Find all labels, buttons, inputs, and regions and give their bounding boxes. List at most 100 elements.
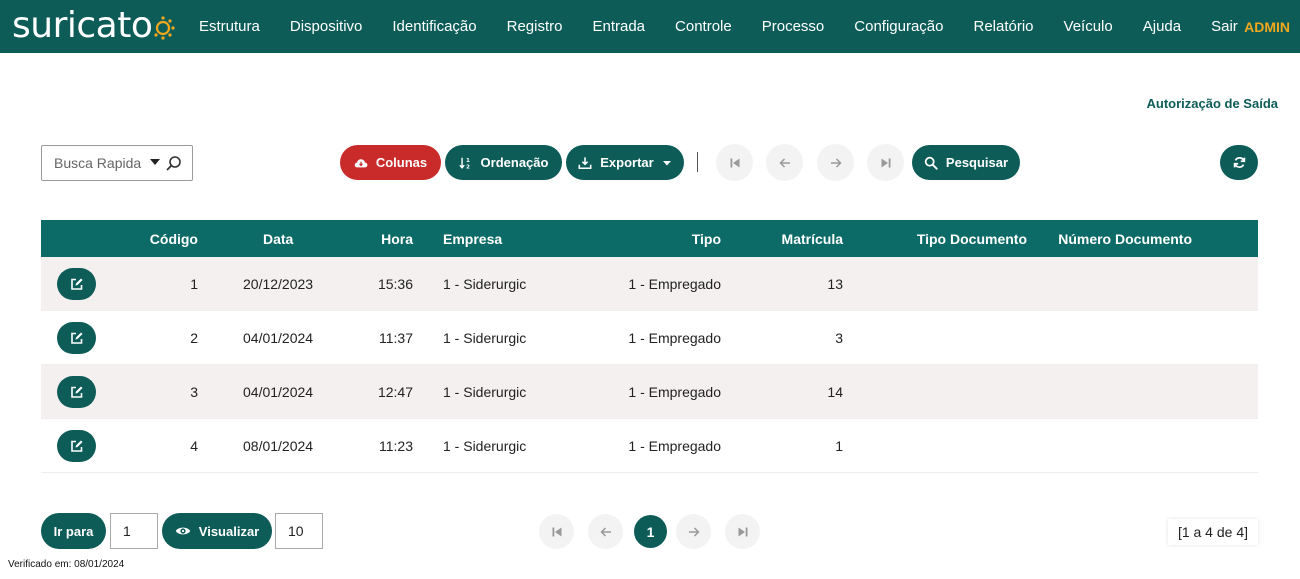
table-header: Código Data Hora Empresa Tipo Matrícula … <box>41 220 1258 257</box>
edit-icon <box>70 278 82 290</box>
nav-item-processo[interactable]: Processo <box>747 18 840 35</box>
next-page-button[interactable] <box>676 514 711 549</box>
cell-data: 04/01/2024 <box>243 330 314 346</box>
cell-tipo: 1 - Empregado <box>628 438 721 454</box>
caret-down-icon <box>662 160 671 165</box>
cell-codigo: 1 <box>190 276 198 292</box>
ordenacao-button[interactable]: 1 2 Ordenação <box>445 145 562 180</box>
cell-hora: 11:37 <box>379 330 413 346</box>
cell-hora: 11:23 <box>379 438 413 454</box>
sun-logo-icon <box>154 16 175 40</box>
column-header-data[interactable]: Data <box>263 231 293 247</box>
nav-item-identificacao[interactable]: Identificação <box>377 18 491 35</box>
cell-empresa: 1 - Siderurgic <box>443 438 527 454</box>
pesquisar-label: Pesquisar <box>945 155 1009 170</box>
cell-hora: 15:36 <box>377 276 413 292</box>
records-range: [1 a 4 de 4] <box>1167 519 1258 545</box>
visualizar-button[interactable]: Visualizar <box>162 513 272 549</box>
search-icon[interactable] <box>166 155 182 171</box>
svg-text:1: 1 <box>466 158 470 164</box>
quick-search-placeholder: Busca Rapida <box>54 155 142 171</box>
records-table: Código Data Hora Empresa Tipo Matrícula … <box>41 220 1258 473</box>
sort-numeric-icon: 1 2 <box>458 157 470 170</box>
refresh-button[interactable] <box>1220 145 1258 180</box>
nav-item-configuracao[interactable]: Configuração <box>839 18 958 35</box>
edit-icon <box>70 332 82 344</box>
cloud-download-icon <box>354 158 368 167</box>
first-record-button[interactable] <box>716 144 753 181</box>
last-page-button[interactable] <box>725 514 760 549</box>
edit-icon <box>70 440 82 452</box>
go-to-page-button[interactable]: Ir para <box>41 513 106 549</box>
step-backward-icon <box>730 158 739 167</box>
edit-row-button[interactable] <box>57 376 96 408</box>
download-icon <box>578 156 592 169</box>
arrow-right-icon <box>688 526 700 537</box>
colunas-label: Colunas <box>375 155 428 170</box>
cell-data: 20/12/2023 <box>243 276 314 292</box>
column-header-numero-documento[interactable]: Número Documento <box>1058 231 1192 247</box>
cell-empresa: 1 - Siderurgic <box>443 330 527 346</box>
cell-tipo: 1 - Empregado <box>628 276 721 292</box>
svg-text:2: 2 <box>466 164 470 169</box>
cell-empresa: 1 - Siderurgic <box>443 384 527 400</box>
nav-item-relatorio[interactable]: Relatório <box>959 18 1049 35</box>
edit-row-button[interactable] <box>57 268 96 300</box>
table-row: 3 04/01/2024 12:47 1 - Siderurgic 1 - Em… <box>41 365 1258 419</box>
verified-date: Verificado em: 08/01/2024 <box>8 559 125 570</box>
edit-row-button[interactable] <box>57 322 96 354</box>
cell-matricula: 13 <box>827 276 843 292</box>
table-row: 2 04/01/2024 11:37 1 - Siderurgic 1 - Em… <box>41 311 1258 365</box>
caret-down-icon[interactable] <box>150 159 160 165</box>
first-page-button[interactable] <box>539 514 574 549</box>
pesquisar-button[interactable]: Pesquisar <box>912 145 1020 180</box>
next-record-button[interactable] <box>817 144 854 181</box>
edit-row-button[interactable] <box>57 430 96 462</box>
previous-record-button[interactable] <box>766 144 803 181</box>
arrow-right-icon <box>830 157 842 168</box>
nav-item-registro[interactable]: Registro <box>492 18 578 35</box>
user-menu[interactable]: ADMIN <box>1244 0 1290 53</box>
column-header-matricula[interactable]: Matrícula <box>782 231 843 247</box>
nav-item-dispositivo[interactable]: Dispositivo <box>275 18 378 35</box>
nav-item-estrutura[interactable]: Estrutura <box>184 18 275 35</box>
nav-item-ajuda[interactable]: Ajuda <box>1128 18 1196 35</box>
ordenacao-label: Ordenação <box>480 155 549 170</box>
visualizar-label: Visualizar <box>198 523 260 539</box>
page-title: Autorização de Saída <box>1146 96 1278 111</box>
nav-item-veiculo[interactable]: Veículo <box>1049 18 1128 35</box>
cell-matricula: 1 <box>835 438 843 454</box>
colunas-button[interactable]: Colunas <box>340 145 441 180</box>
search-icon <box>924 156 938 170</box>
go-to-page-input[interactable]: 1 <box>110 513 158 549</box>
nav-item-controle[interactable]: Controle <box>660 18 747 35</box>
cell-codigo: 2 <box>190 330 198 346</box>
cell-data: 04/01/2024 <box>243 384 314 400</box>
exportar-button[interactable]: Exportar <box>566 145 684 180</box>
column-header-codigo[interactable]: Código <box>150 231 198 247</box>
cell-matricula: 14 <box>827 384 843 400</box>
column-header-tipo-documento[interactable]: Tipo Documento <box>917 231 1027 247</box>
cell-matricula: 3 <box>835 330 843 346</box>
nav-item-entrada[interactable]: Entrada <box>577 18 660 35</box>
top-navbar: suricato Estrutura Dispositivo Identific… <box>0 0 1300 53</box>
cell-codigo: 4 <box>190 438 198 454</box>
cell-tipo: 1 - Empregado <box>628 384 721 400</box>
page-button-current[interactable]: 1 <box>634 515 667 548</box>
cell-empresa: 1 - Siderurgic <box>443 276 527 292</box>
column-header-tipo[interactable]: Tipo <box>692 231 721 247</box>
last-record-button[interactable] <box>867 144 904 181</box>
table-row: 4 08/01/2024 11:23 1 - Siderurgic 1 - Em… <box>41 419 1258 473</box>
previous-page-button[interactable] <box>588 514 623 549</box>
cell-tipo: 1 - Empregado <box>628 330 721 346</box>
step-backward-icon <box>552 527 561 536</box>
column-header-hora[interactable]: Hora <box>381 231 413 247</box>
quick-search-input[interactable]: Busca Rapida <box>41 145 193 181</box>
step-forward-icon <box>881 158 890 167</box>
cell-hora: 12:47 <box>377 384 413 400</box>
arrow-left-icon <box>778 157 790 168</box>
page-size-input[interactable]: 10 <box>275 513 323 549</box>
app-logo[interactable]: suricato <box>12 5 175 47</box>
cell-codigo: 3 <box>190 384 198 400</box>
column-header-empresa[interactable]: Empresa <box>443 231 502 247</box>
